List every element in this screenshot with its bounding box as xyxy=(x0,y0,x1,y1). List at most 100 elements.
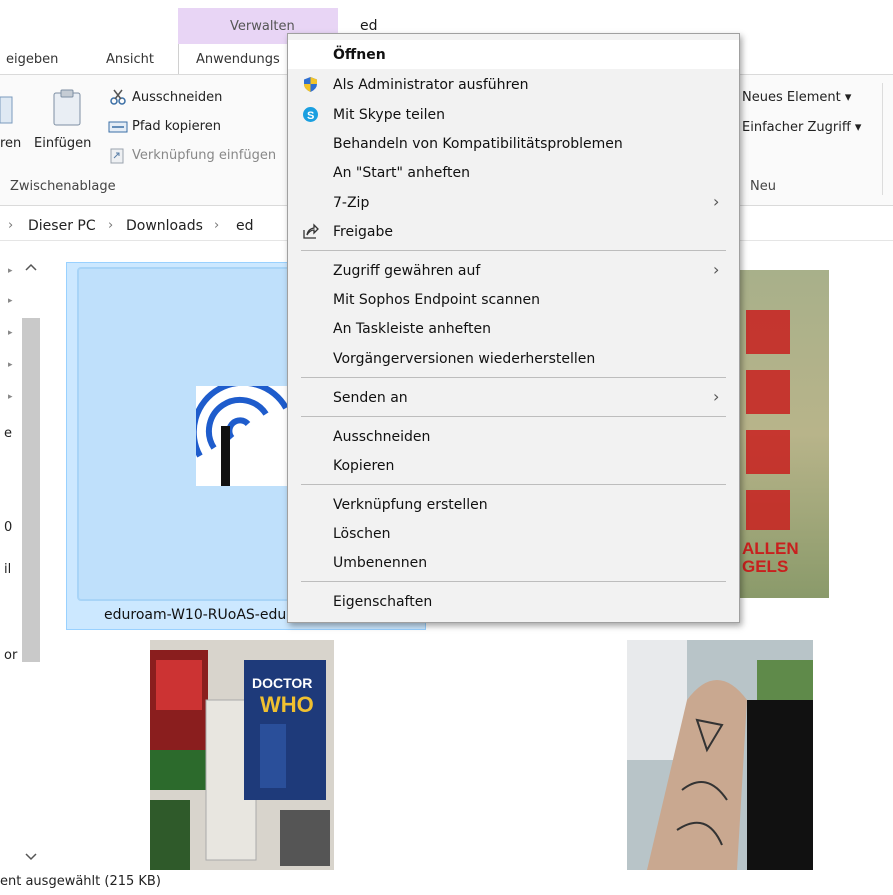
new-item-label: Neues Element xyxy=(742,90,841,105)
chevron-right-icon: › xyxy=(713,192,720,211)
menu-item-label: Ausschneiden xyxy=(333,429,431,445)
chevron-down-icon: ▾ xyxy=(854,120,862,135)
photo-thumbnail-room[interactable]: DOCTOR WHO xyxy=(150,640,334,870)
expand-arrow-icon[interactable]: ▸ xyxy=(8,392,13,402)
menu-item-sophos-scan[interactable]: Mit Sophos Endpoint scannen xyxy=(288,285,739,314)
menu-item-7zip[interactable]: 7-Zip › xyxy=(288,188,739,217)
window-title: ed xyxy=(360,18,378,34)
scrollbar-thumb[interactable] xyxy=(22,318,40,662)
poster-text: GELS xyxy=(742,557,788,576)
menu-item-label: Eigenschaften xyxy=(333,594,433,610)
menu-separator xyxy=(301,581,726,582)
menu-item-restore-versions[interactable]: Vorgängerversionen wiederherstellen xyxy=(288,344,739,373)
group-label-zwischenablage: Zwischenablage xyxy=(10,179,116,194)
menu-item-label: Vorgängerversionen wiederherstellen xyxy=(333,351,596,367)
menu-item-skype-share[interactable]: S Mit Skype teilen xyxy=(288,100,739,129)
nav-item-fragment[interactable]: 0 xyxy=(4,520,12,535)
menu-item-label: An Taskleiste anheften xyxy=(333,321,491,337)
photo-thumbnail-tattoo[interactable] xyxy=(627,640,813,870)
chevron-down-icon: ▾ xyxy=(844,90,852,105)
poster-text: WHO xyxy=(260,692,314,717)
nav-item-fragment[interactable]: or xyxy=(4,648,17,663)
menu-item-label: Löschen xyxy=(333,526,391,542)
menu-separator xyxy=(301,250,726,251)
tab-freigeben[interactable]: eigeben xyxy=(6,52,58,67)
menu-item-cut[interactable]: Ausschneiden xyxy=(288,422,739,451)
breadcrumb-separator: › xyxy=(8,218,14,233)
breadcrumb-dieser-pc[interactable]: Dieser PC xyxy=(28,218,96,234)
cut-button[interactable]: Ausschneiden xyxy=(132,90,222,105)
menu-item-copy[interactable]: Kopieren xyxy=(288,451,739,480)
menu-item-properties[interactable]: Eigenschaften xyxy=(288,587,739,616)
paste-shortcut-button[interactable]: Verknüpfung einfügen xyxy=(132,148,276,163)
menu-item-pin-taskbar[interactable]: An Taskleiste anheften xyxy=(288,314,739,343)
menu-item-rename[interactable]: Umbenennen xyxy=(288,548,739,577)
breadcrumb-downloads[interactable]: Downloads xyxy=(126,218,203,234)
expand-arrow-icon[interactable]: ▸ xyxy=(8,360,13,370)
breadcrumb-ed[interactable]: ed xyxy=(236,218,254,234)
nav-item-fragment[interactable]: il xyxy=(4,562,11,577)
context-menu[interactable]: Öffnen Als Administrator ausführen S Mit… xyxy=(287,33,740,623)
shield-icon xyxy=(304,77,317,92)
scroll-up-icon[interactable] xyxy=(24,262,38,272)
easy-access-button[interactable]: Einfacher Zugriff ▾ xyxy=(742,120,861,135)
nav-item-fragment[interactable]: e xyxy=(4,426,12,441)
chevron-right-icon: › xyxy=(713,260,720,279)
menu-item-create-shortcut[interactable]: Verknüpfung erstellen xyxy=(288,490,739,519)
expand-arrow-icon[interactable]: ▸ xyxy=(8,266,13,276)
new-item-button[interactable]: Neues Element ▾ xyxy=(742,90,851,105)
group-label-neu: Neu xyxy=(750,179,776,194)
ribbon-left-fragment: ren xyxy=(0,136,22,151)
menu-item-compat[interactable]: Behandeln von Kompatibilitätsproblemen xyxy=(288,129,739,158)
paste-button[interactable]: Einfügen xyxy=(34,136,91,151)
svg-text:S: S xyxy=(307,110,314,122)
chevron-right-icon: › xyxy=(713,387,720,406)
tab-ansicht[interactable]: Ansicht xyxy=(106,52,154,67)
ribbon-group-divider xyxy=(882,83,883,195)
expand-arrow-icon[interactable]: ▸ xyxy=(8,296,13,306)
menu-item-label: Zugriff gewähren auf xyxy=(333,263,481,279)
menu-item-freigabe[interactable]: Freigabe xyxy=(288,217,739,246)
tab-anwendungstools[interactable]: Anwendungs xyxy=(196,52,280,67)
menu-item-run-as-admin[interactable]: Als Administrator ausführen xyxy=(288,70,739,99)
menu-item-label: Behandeln von Kompatibilitätsproblemen xyxy=(333,136,623,152)
menu-item-delete[interactable]: Löschen xyxy=(288,519,739,548)
status-bar-text: ent ausgewählt (215 KB) xyxy=(0,874,161,889)
breadcrumb-separator: › xyxy=(108,218,114,233)
menu-item-label: Mit Sophos Endpoint scannen xyxy=(333,292,540,308)
menu-item-grant-access[interactable]: Zugriff gewähren auf › xyxy=(288,256,739,285)
copy-path-button[interactable]: Pfad kopieren xyxy=(132,119,221,134)
menu-item-label: Als Administrator ausführen xyxy=(333,77,529,93)
wifi-antenna-icon xyxy=(196,386,290,486)
menu-item-pin-start[interactable]: An "Start" anheften xyxy=(288,158,739,187)
scissors-icon xyxy=(110,89,126,105)
menu-separator xyxy=(301,377,726,378)
expand-arrow-icon[interactable]: ▸ xyxy=(8,328,13,338)
menu-item-label: 7-Zip xyxy=(333,195,370,211)
menu-item-oeffnen[interactable]: Öffnen xyxy=(288,40,739,69)
menu-item-label: Kopieren xyxy=(333,458,395,474)
menu-separator xyxy=(301,416,726,417)
copy-path-icon xyxy=(108,121,128,133)
poster-text: ALLEN xyxy=(742,539,799,558)
paste-shortcut-icon xyxy=(110,148,124,164)
share-icon xyxy=(303,223,319,239)
menu-item-label: Senden an xyxy=(333,390,408,406)
skype-icon: S xyxy=(303,107,318,122)
menu-item-send-to[interactable]: Senden an › xyxy=(288,383,739,412)
copy-icon xyxy=(0,96,13,124)
menu-item-label: Verknüpfung erstellen xyxy=(333,497,488,513)
context-tab-title: Verwalten xyxy=(230,19,295,34)
easy-access-label: Einfacher Zugriff xyxy=(742,120,851,135)
menu-item-label: An "Start" anheften xyxy=(333,165,471,181)
scroll-down-icon[interactable] xyxy=(24,852,38,862)
poster-text: DOCTOR xyxy=(252,675,312,691)
menu-item-label: Mit Skype teilen xyxy=(333,107,446,123)
menu-item-label: Freigabe xyxy=(333,224,393,240)
breadcrumb-separator: › xyxy=(214,218,220,233)
poster-thumbnail[interactable]: ALLEN GELS xyxy=(740,270,829,598)
menu-item-label: Öffnen xyxy=(333,47,386,63)
menu-item-label: Umbenennen xyxy=(333,555,428,571)
menu-separator xyxy=(301,484,726,485)
paste-clipboard-icon[interactable] xyxy=(52,89,82,127)
